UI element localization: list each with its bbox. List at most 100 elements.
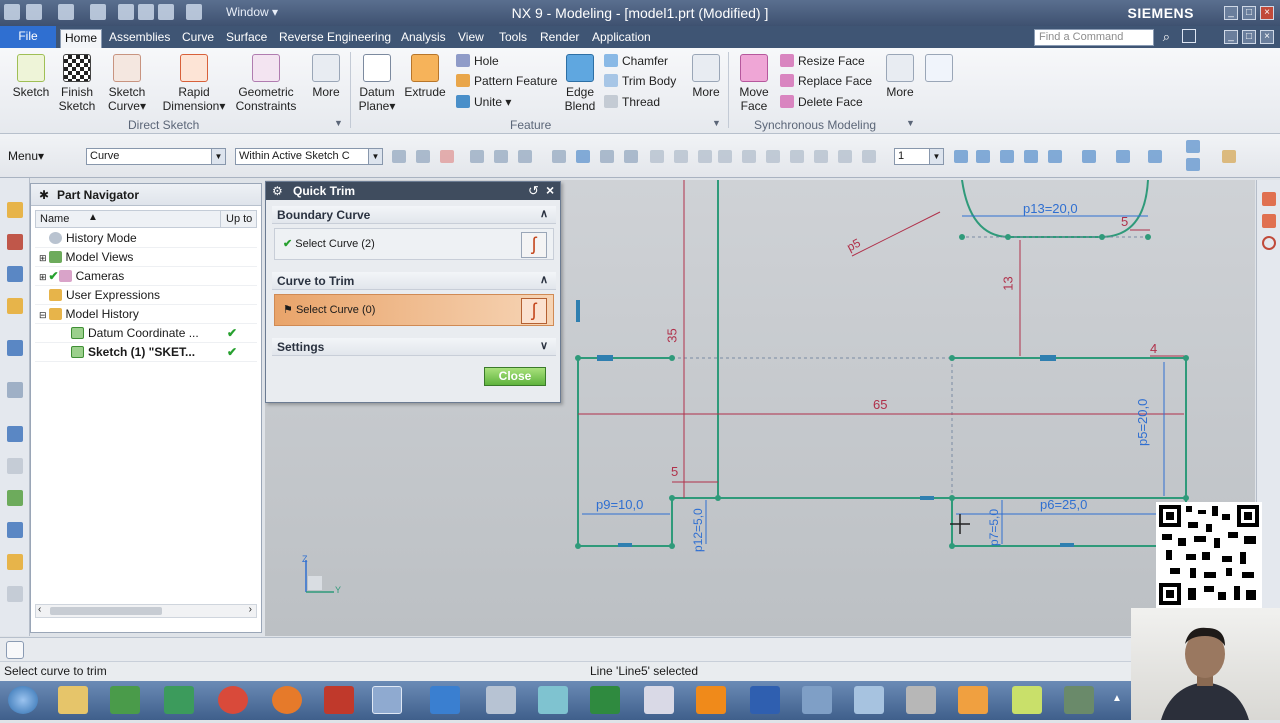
- manufacturing-wizards-icon[interactable]: [7, 522, 23, 538]
- type-filter-select[interactable]: Curve ▼: [86, 148, 226, 165]
- reuse-library-icon[interactable]: [7, 298, 23, 314]
- tab-application[interactable]: Application: [588, 29, 655, 48]
- scroll-thumb[interactable]: [50, 607, 162, 615]
- dimension-35[interactable]: 35: [665, 328, 680, 342]
- dimension-5-slot[interactable]: 5: [1121, 214, 1128, 229]
- show-hide-icon[interactable]: [1148, 150, 1162, 163]
- network-icon[interactable]: [486, 686, 516, 714]
- checkbox-icon[interactable]: [71, 327, 84, 339]
- computer-icon[interactable]: [802, 686, 832, 714]
- more-direct-sketch-button[interactable]: More: [308, 54, 344, 99]
- tab-analysis[interactable]: Analysis: [397, 29, 450, 48]
- nx-alt-icon[interactable]: [430, 686, 460, 714]
- dimension-p13[interactable]: p13=20,0: [1023, 201, 1078, 216]
- render-style-icon[interactable]: [1048, 150, 1062, 163]
- edge-icon[interactable]: [624, 150, 638, 163]
- snap-point-icon[interactable]: [1262, 192, 1276, 206]
- customize-icon[interactable]: [1186, 140, 1200, 153]
- chamfer-button[interactable]: Chamfer: [604, 54, 668, 68]
- dimension-65[interactable]: 65: [873, 397, 887, 412]
- maximize-button[interactable]: □: [1242, 6, 1256, 20]
- dimension-13[interactable]: 13: [1001, 276, 1016, 290]
- thread-button[interactable]: Thread: [604, 95, 660, 109]
- dimension-p9[interactable]: p9=10,0: [596, 497, 643, 512]
- tab-assemblies[interactable]: Assemblies: [105, 29, 174, 48]
- tab-curve[interactable]: Curve: [178, 29, 218, 48]
- select-icon[interactable]: [416, 150, 430, 163]
- assembly-navigator-icon[interactable]: [7, 202, 23, 218]
- dimension-p5[interactable]: p5=20,0: [1135, 399, 1150, 446]
- firefox-icon[interactable]: [272, 686, 302, 714]
- delete-face-button[interactable]: Delete Face: [780, 95, 863, 109]
- reset-icon[interactable]: ↺: [528, 183, 539, 199]
- dimension-4[interactable]: 4: [1150, 341, 1157, 356]
- tree-item-cameras[interactable]: ⊞ ✔ Cameras: [35, 267, 257, 286]
- toolbar-options-icon[interactable]: [1222, 150, 1236, 163]
- midpoint-icon[interactable]: [766, 150, 780, 163]
- globe-icon[interactable]: [164, 686, 194, 714]
- close-window-button[interactable]: ×: [1260, 6, 1274, 20]
- expand-icon[interactable]: ⊞: [39, 272, 47, 282]
- start-button[interactable]: [8, 686, 38, 714]
- roles-icon[interactable]: [7, 554, 23, 570]
- hd3d-tools-icon[interactable]: [7, 340, 23, 356]
- app-icon[interactable]: [1064, 686, 1094, 714]
- tab-home[interactable]: Home: [60, 29, 103, 48]
- pan-icon[interactable]: [1024, 150, 1038, 163]
- select-curve-icon[interactable]: ʃ: [521, 232, 547, 258]
- intersection-icon[interactable]: [814, 150, 828, 163]
- section-boundary-curve[interactable]: Boundary Curve ∧: [272, 206, 556, 224]
- section-curve-to-trim[interactable]: Curve to Trim ∧: [272, 272, 556, 290]
- word-icon[interactable]: [750, 686, 780, 714]
- dimension-p6[interactable]: p6=25,0: [1040, 497, 1087, 512]
- curve-to-trim-selector[interactable]: ⚑ Select Curve (0) ʃ: [274, 294, 554, 326]
- find-command-input[interactable]: Find a Command: [1034, 29, 1154, 46]
- section-settings[interactable]: Settings ∨: [272, 338, 556, 356]
- endpoint-icon[interactable]: [742, 150, 756, 163]
- close-button[interactable]: Close: [484, 367, 546, 386]
- arc-icon[interactable]: [674, 150, 688, 163]
- select-curve-icon[interactable]: ʃ: [521, 298, 547, 324]
- column-name[interactable]: Name: [40, 213, 69, 225]
- rotate-icon[interactable]: [1000, 150, 1014, 163]
- process-studio-icon[interactable]: [7, 490, 23, 506]
- search-icon[interactable]: ⌕: [1163, 29, 1170, 45]
- folder-icon[interactable]: [1012, 686, 1042, 714]
- face-icon[interactable]: [600, 150, 614, 163]
- line-icon[interactable]: [650, 150, 664, 163]
- tree-item-datum-coordinate[interactable]: Datum Coordinate ... ✔: [35, 324, 257, 343]
- nx-icon[interactable]: [372, 686, 402, 714]
- ribbon-options-button[interactable]: [924, 54, 954, 85]
- fit-view-icon[interactable]: [954, 150, 968, 163]
- history-icon[interactable]: [7, 426, 23, 442]
- quadrant-icon[interactable]: [838, 150, 852, 163]
- scroll-left-icon[interactable]: ‹: [38, 604, 41, 615]
- finish-sketch-button[interactable]: Finish Sketch: [56, 54, 98, 113]
- tree-item-sketch-1[interactable]: Sketch (1) "SKET... ✔: [35, 343, 257, 362]
- curve-rule-icon[interactable]: [470, 150, 484, 163]
- doc-close-button[interactable]: ×: [1260, 30, 1274, 44]
- minimize-button[interactable]: _: [1224, 6, 1238, 20]
- checkbox-icon[interactable]: [71, 346, 84, 358]
- column-up-to-date[interactable]: Up to: [226, 213, 252, 225]
- datum-plane-button[interactable]: Datum Plane▾: [356, 54, 398, 113]
- tree-item-history-mode[interactable]: History Mode: [35, 229, 257, 248]
- tree-item-model-views[interactable]: ⊞ Model Views: [35, 248, 257, 267]
- tab-view[interactable]: View: [454, 29, 488, 48]
- doc-minimize-button[interactable]: _: [1224, 30, 1238, 44]
- customize-icon[interactable]: [1186, 158, 1200, 171]
- pin-icon[interactable]: ✱: [39, 188, 49, 202]
- scroll-right-icon[interactable]: ›: [249, 604, 252, 615]
- tab-surface[interactable]: Surface: [222, 29, 271, 48]
- point-icon[interactable]: [718, 150, 732, 163]
- rapid-dimension-button[interactable]: Rapid Dimension▾: [160, 54, 228, 113]
- system-scenes-icon[interactable]: [7, 586, 23, 602]
- move-face-button[interactable]: Move Face: [734, 54, 774, 113]
- extrude-button[interactable]: Extrude: [402, 54, 448, 99]
- tab-tools[interactable]: Tools: [495, 29, 531, 48]
- doc-restore-button[interactable]: □: [1242, 30, 1256, 44]
- tab-render[interactable]: Render: [536, 29, 583, 48]
- sketch-button[interactable]: Sketch: [8, 54, 54, 99]
- fit-icon[interactable]: [1182, 29, 1196, 43]
- tab-file[interactable]: File: [0, 26, 56, 48]
